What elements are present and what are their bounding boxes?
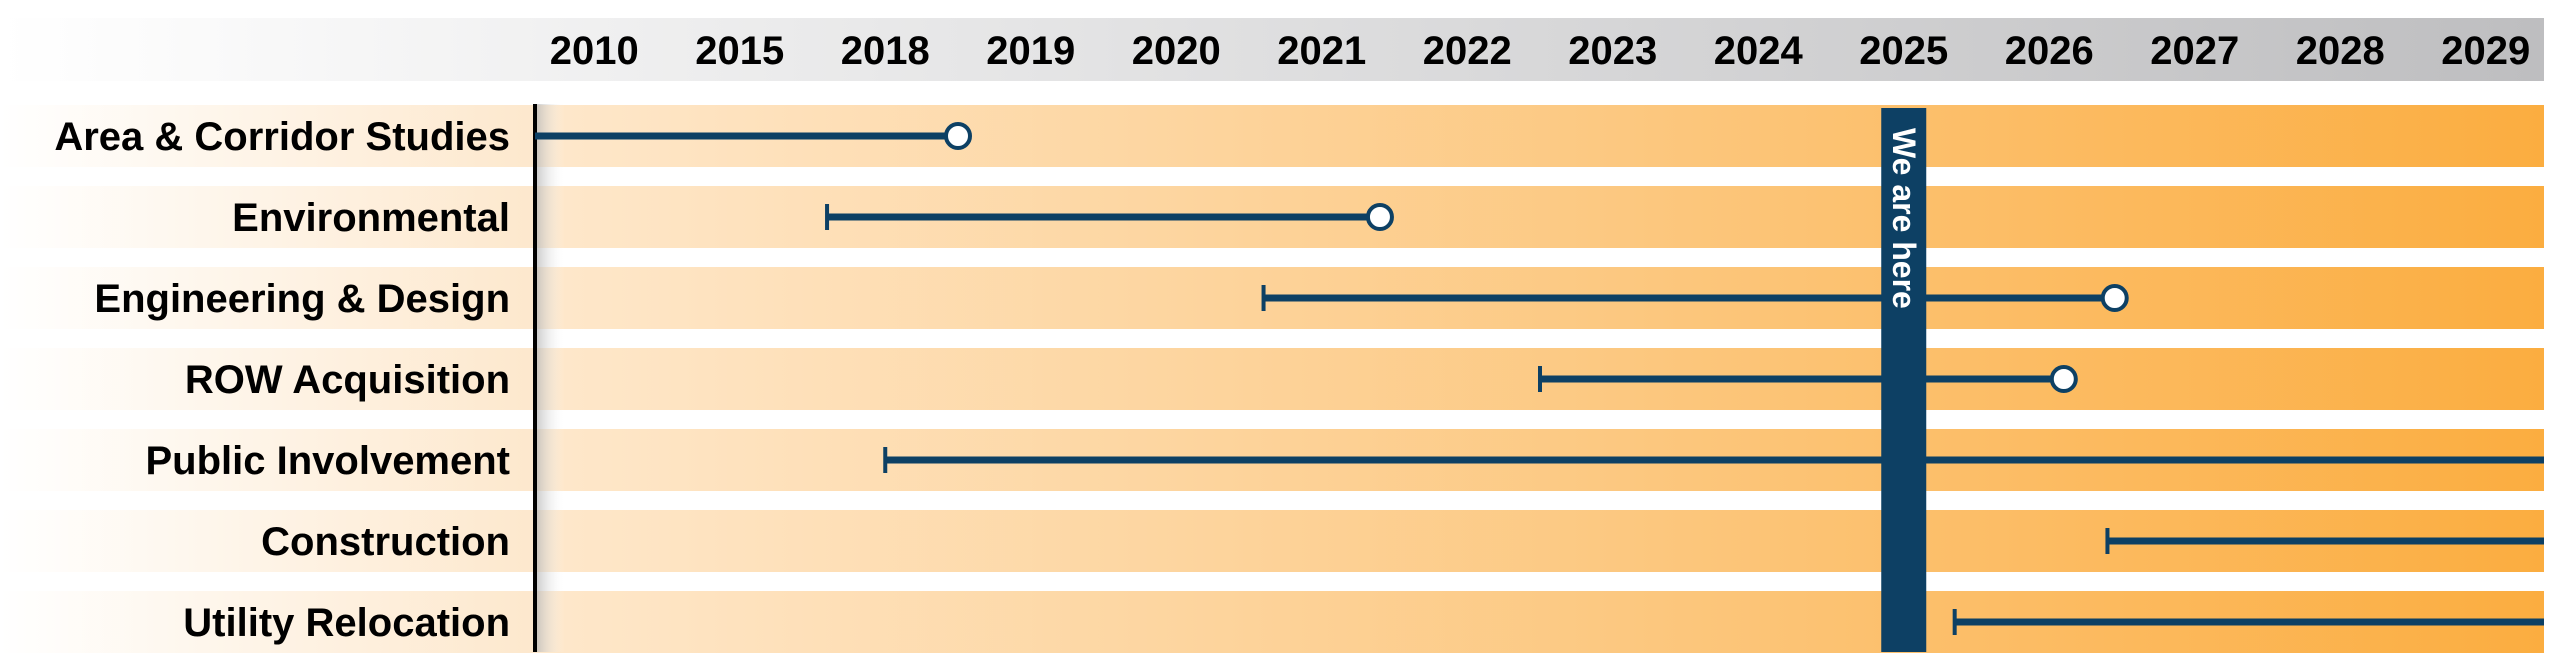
row-label: Construction [261, 520, 510, 564]
year-tick-label: 2020 [1132, 29, 1221, 73]
row-label: Area & Corridor Studies [54, 115, 510, 159]
row-label: Environmental [232, 196, 510, 240]
row-label: Utility Relocation [183, 601, 510, 645]
year-tick-label: 2027 [2150, 29, 2239, 73]
year-tick-label: 2023 [1568, 29, 1657, 73]
axis-shadow [537, 104, 565, 652]
year-tick-label: 2029 [2441, 29, 2530, 73]
row-label: ROW Acquisition [185, 358, 510, 402]
year-tick-label: 2021 [1277, 29, 1366, 73]
we-are-here-label: We are here [1886, 128, 1922, 309]
timeline-rows: Area & Corridor Studies Environmental Engi… [0, 105, 2544, 653]
we-are-here-marker: We are here [1881, 108, 1927, 652]
timeline-chart: 2010 2015 2018 2019 2020 2021 2022 2023 2024 2025… [0, 18, 2544, 653]
end-marker-circle [2100, 284, 2129, 312]
year-tick-label: 2026 [2005, 29, 2094, 73]
year-tick-label: 2024 [1714, 29, 1804, 73]
year-tick-label: 2018 [841, 29, 930, 73]
row-label: Public Involvement [145, 439, 510, 483]
year-tick-label: 2022 [1423, 29, 1512, 73]
row-label: Engineering & Design [94, 277, 510, 321]
end-marker-circle [2049, 365, 2078, 393]
year-tick-label: 2025 [1859, 29, 1948, 73]
year-tick-label: 2015 [695, 29, 784, 73]
year-tick-label: 2028 [2296, 29, 2385, 73]
end-marker-circle [1365, 203, 1394, 231]
year-tick-label: 2019 [986, 29, 1075, 73]
year-tick-label: 2010 [550, 29, 639, 73]
end-marker-circle [944, 122, 972, 150]
